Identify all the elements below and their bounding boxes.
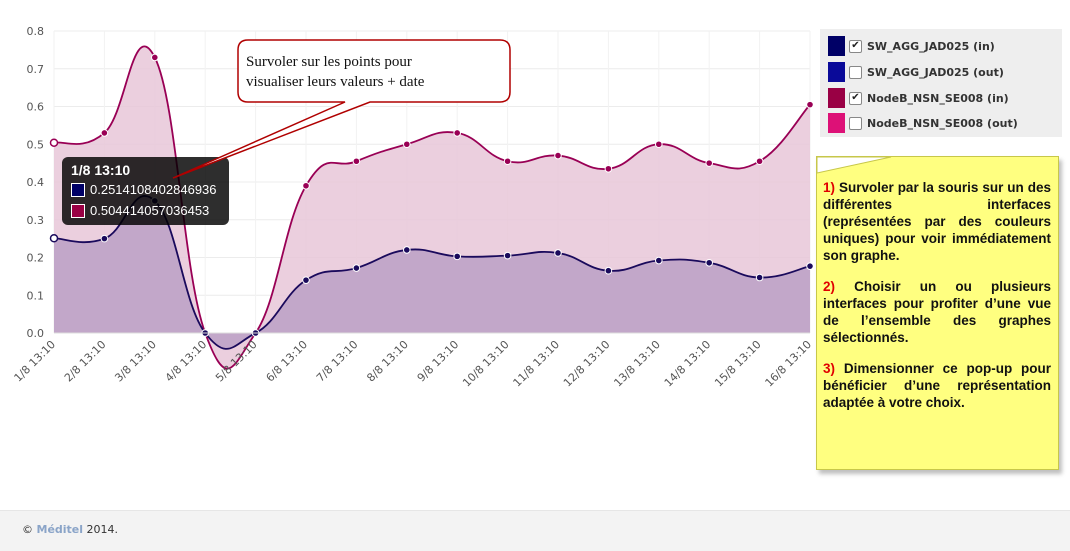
step-text: Survoler par la souris sur un des différ… xyxy=(823,180,1051,263)
brand-link[interactable]: Méditel xyxy=(37,523,84,536)
note-fold xyxy=(817,157,892,174)
footer: © Méditel 2014. xyxy=(0,510,1070,551)
step-text: Dimensionner ce pop-up pour bénéficier d… xyxy=(823,361,1051,410)
note-step-3: 3) Dimensionner ce pop-up pour bénéficie… xyxy=(823,360,1051,411)
note-step-1: 1) Survoler par la souris sur un des dif… xyxy=(823,179,1051,264)
callout-line-2: visualiser leurs valeurs + date xyxy=(246,74,425,90)
note-step-2: 2) Choisir un ou plusieurs interfaces po… xyxy=(823,278,1051,346)
note-text: 1) Survoler par la souris sur un des dif… xyxy=(823,179,1051,425)
footer-year: 2014. xyxy=(86,523,119,536)
step-number: 2) xyxy=(823,279,836,294)
step-number: 1) xyxy=(823,180,836,195)
footer-copyright: © Méditel 2014. xyxy=(22,523,118,536)
step-number: 3) xyxy=(823,361,836,376)
step-text: Choisir un ou plusieurs interfaces pour … xyxy=(823,279,1051,345)
callout-line-1: Survoler sur les points pour xyxy=(246,54,412,70)
help-note[interactable]: 1) Survoler par la souris sur un des dif… xyxy=(816,156,1059,470)
callout-text: Survoler sur les points pour visualiser … xyxy=(246,52,506,92)
copyright-symbol: © xyxy=(22,523,33,536)
